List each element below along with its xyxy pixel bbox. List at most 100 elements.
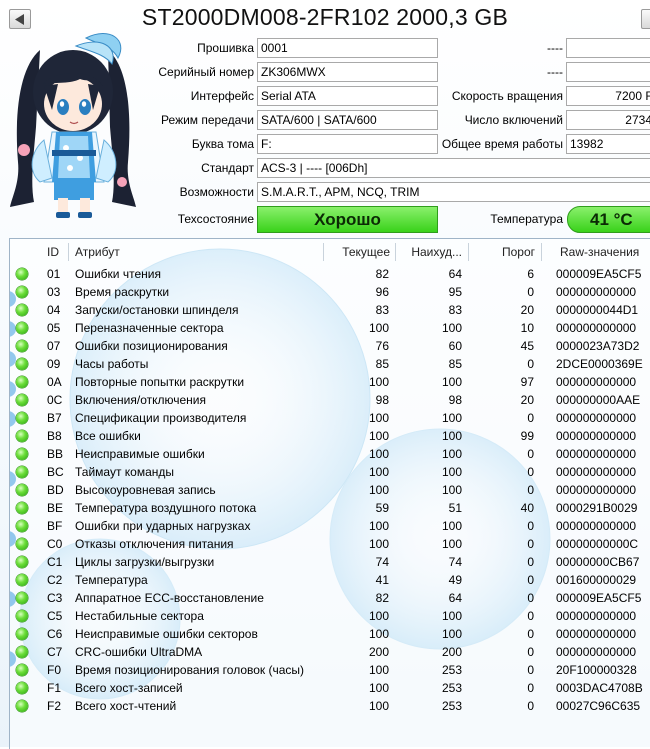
current-value: 100	[368, 429, 389, 443]
attribute-name: Все ошибки	[75, 429, 141, 443]
previous-disk-button[interactable]	[9, 9, 31, 29]
table-row[interactable]: B8 Все ошибки 100 100 99 000000000000	[10, 427, 650, 445]
raw-value: 0000291B0029	[556, 501, 638, 515]
worst-value: 100	[441, 519, 462, 533]
reserved-label-1: ----	[547, 41, 563, 55]
health-status-label: Техсостояние	[177, 212, 254, 226]
health-status-button[interactable]: Хорошо	[257, 206, 438, 233]
table-row[interactable]: F2 Всего хост-чтений 100 253 0 00027C96C635	[10, 697, 650, 715]
current-value: 100	[368, 375, 389, 389]
attribute-name: Ошибки чтения	[75, 267, 161, 281]
column-attribute[interactable]: Атрибут	[75, 239, 120, 265]
status-good-icon	[16, 322, 28, 334]
rotation-speed-field: 7200 RP	[566, 86, 650, 106]
table-row[interactable]: 07 Ошибки позиционирования 76 60 45 0000023A7…	[10, 337, 650, 355]
threshold-value: 97	[520, 375, 534, 389]
table-row[interactable]: BC Таймаут команды 100 100 0 000000000000	[10, 463, 650, 481]
table-row[interactable]: C1 Циклы загрузки/выгрузки 74 74 0 00000000CB…	[10, 553, 650, 571]
raw-value: 000000000000	[556, 465, 637, 479]
table-row[interactable]: C3 Аппаратное ECC-восстановление 82 64 0 0000…	[10, 589, 650, 607]
worst-value: 51	[448, 501, 462, 515]
power-on-hours-field: 13982	[566, 134, 650, 154]
table-row[interactable]: 0C Включения/отключения 98 98 20 000000000AAE	[10, 391, 650, 409]
temperature-button[interactable]: 41 °C	[567, 206, 650, 233]
table-row[interactable]: B7 Спецификации производителя 100 100 0 00000…	[10, 409, 650, 427]
raw-value: 000000000000	[556, 447, 637, 461]
worst-value: 253	[441, 681, 462, 695]
status-good-icon	[16, 628, 28, 640]
status-good-icon	[16, 610, 28, 622]
worst-value: 100	[441, 537, 462, 551]
worst-value: 100	[441, 627, 462, 641]
table-row[interactable]: C5 Нестабильные сектора 100 100 0 00000000000…	[10, 607, 650, 625]
smart-attributes-table[interactable]: ID Атрибут Текущее Наихуд... Порог Raw-з…	[9, 238, 650, 749]
attribute-id: F1	[47, 681, 62, 695]
attribute-name: Температура воздушного потока	[75, 501, 257, 515]
column-current[interactable]: Текущее	[323, 239, 390, 265]
transfer-mode-label: Режим передачи	[161, 113, 254, 127]
column-threshold[interactable]: Порог	[468, 239, 535, 265]
attribute-id: BF	[47, 519, 63, 533]
attribute-name: Время позиционирования головок (часы)	[75, 663, 305, 677]
table-row[interactable]: 05 Переназначенные сектора 100 100 10 0000000…	[10, 319, 650, 337]
table-row[interactable]: BE Температура воздушного потока 59 51 40 000…	[10, 499, 650, 517]
raw-value: 00027C96C635	[556, 699, 641, 713]
attribute-name: Время раскрутки	[75, 285, 170, 299]
table-row[interactable]: 09 Часы работы 85 85 0 2DCE0000369E	[10, 355, 650, 373]
table-row[interactable]: C2 Температура 41 49 0 001600000029	[10, 571, 650, 589]
status-good-icon	[16, 556, 28, 568]
table-row[interactable]: 0A Повторные попытки раскрутки 100 100 97 000…	[10, 373, 650, 391]
table-row[interactable]: 01 Ошибки чтения 82 64 6 000009EA5CF5	[10, 265, 650, 283]
threshold-value: 45	[520, 339, 534, 353]
rotation-speed-label: Скорость вращения	[451, 89, 563, 103]
attribute-id: 04	[47, 303, 61, 317]
table-row[interactable]: BF Ошибки при ударных нагрузках 100 100 0 000…	[10, 517, 650, 535]
table-row[interactable]: F0 Время позиционирования головок (часы) 1…	[10, 661, 650, 679]
column-id[interactable]: ID	[47, 239, 59, 265]
mascot-illustration	[10, 33, 136, 218]
attribute-id: BD	[47, 483, 64, 497]
worst-value: 83	[448, 303, 462, 317]
table-row[interactable]: BB Неисправимые ошибки 100 100 0 000000000000	[10, 445, 650, 463]
threshold-value: 0	[527, 681, 534, 695]
reserved-field-2: --	[566, 62, 650, 82]
current-value: 100	[368, 699, 389, 713]
current-value: 41	[375, 573, 389, 587]
table-row[interactable]: 04 Запуски/остановки шпинделя 83 83 20 000000…	[10, 301, 650, 319]
serial-field: ZK306MWX	[257, 62, 438, 82]
column-raw-values[interactable]: Raw-значения	[560, 239, 639, 265]
current-value: 100	[368, 519, 389, 533]
raw-value: 0003DAC4708B	[556, 681, 643, 695]
threshold-value: 0	[527, 483, 534, 497]
features-label: Возможности	[179, 185, 254, 199]
status-good-icon	[16, 700, 28, 712]
standard-label: Стандарт	[201, 161, 254, 175]
current-value: 85	[375, 357, 389, 371]
current-value: 100	[368, 321, 389, 335]
raw-value: 001600000029	[556, 573, 637, 587]
table-row[interactable]: BD Высокоуровневая запись 100 100 0 000000000…	[10, 481, 650, 499]
threshold-value: 20	[520, 303, 534, 317]
current-value: 82	[375, 267, 389, 281]
threshold-value: 0	[527, 357, 534, 371]
attribute-name: Запуски/остановки шпинделя	[75, 303, 239, 317]
table-row[interactable]: 03 Время раскрутки 96 95 0 000000000000	[10, 283, 650, 301]
attribute-name: Циклы загрузки/выгрузки	[75, 555, 215, 569]
raw-value: 000000000000	[556, 429, 637, 443]
threshold-value: 0	[527, 447, 534, 461]
worst-value: 64	[448, 591, 462, 605]
table-row[interactable]: F1 Всего хост-записей 100 253 0 0003DAC4708B	[10, 679, 650, 697]
raw-value: 000000000000	[556, 519, 637, 533]
next-disk-button[interactable]	[641, 9, 650, 29]
current-value: 59	[375, 501, 389, 515]
threshold-value: 0	[527, 537, 534, 551]
worst-value: 98	[448, 393, 462, 407]
table-row[interactable]: C6 Неисправимые ошибки секторов 100 100 0 000…	[10, 625, 650, 643]
table-row[interactable]: C7 CRC-ошибки UltraDMA 200 200 0 000000000000	[10, 643, 650, 661]
raw-value: 000000000000	[556, 645, 637, 659]
table-row[interactable]: C0 Отказы отключения питания 100 100 0 000000…	[10, 535, 650, 553]
column-worst[interactable]: Наихуд...	[395, 239, 462, 265]
status-good-icon	[16, 466, 28, 478]
attribute-name: Всего хост-записей	[75, 681, 183, 695]
attribute-name: Переназначенные сектора	[75, 321, 224, 335]
